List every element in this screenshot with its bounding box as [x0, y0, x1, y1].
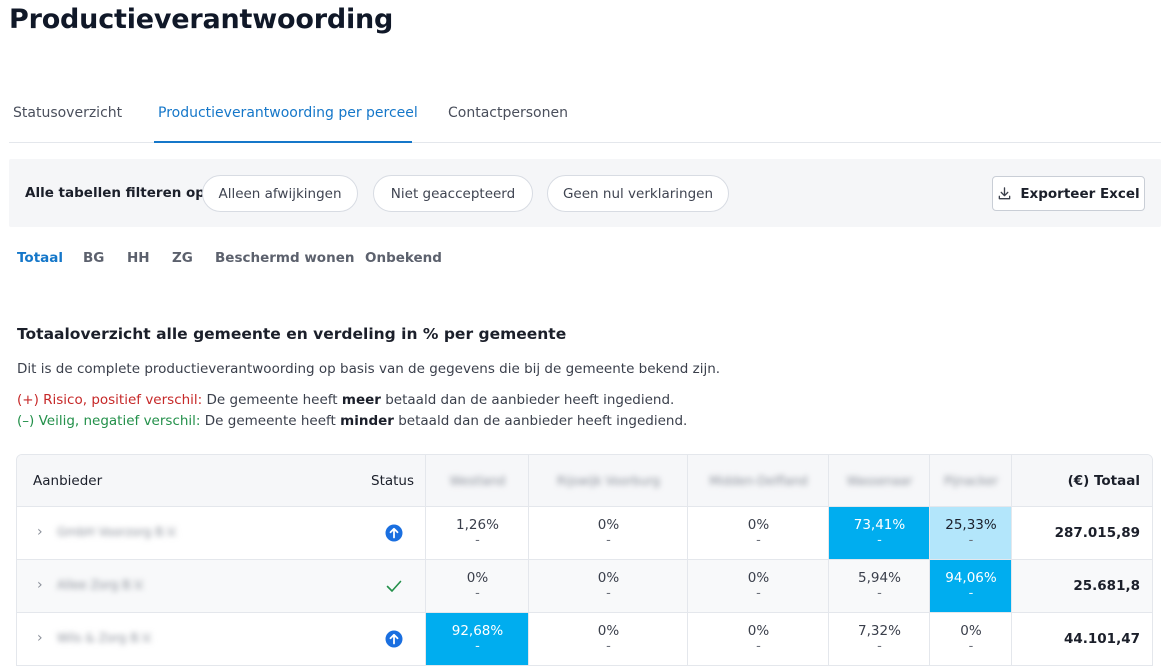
percentage-cell: 0% -: [597, 517, 620, 548]
chevron-right-icon[interactable]: ›: [37, 630, 47, 646]
column-divider: [528, 455, 529, 665]
legend-risk-bold: meer: [341, 392, 381, 408]
header-aanbieder[interactable]: Aanbieder: [33, 455, 102, 507]
tab-bar: Statusoverzicht Productieverantwoording …: [9, 96, 1161, 143]
table-row[interactable]: › Allee Zorg B.V. 0% - 0% - 0% - 5,94% - 94,…: [17, 560, 1152, 613]
header-gemeente-4[interactable]: Wassenaar: [829, 455, 930, 507]
header-status[interactable]: Status: [371, 455, 414, 507]
legend-safe-bold: minder: [340, 413, 394, 429]
filter-bar: Alle tabellen filteren op: Alleen afwijk…: [9, 159, 1161, 227]
row-total: 44.101,47: [1063, 631, 1140, 647]
percentage-cell: 0% -: [747, 517, 770, 548]
column-divider: [1011, 455, 1012, 665]
legend-safe: (–) Veilig, negatief verschil: De gemeen…: [17, 413, 687, 429]
percentage-cell: 5,94% -: [858, 570, 901, 601]
percentage-cell: 0% -: [747, 570, 770, 601]
chevron-right-icon[interactable]: ›: [37, 524, 47, 540]
arrow-up-circle-icon: [385, 524, 403, 542]
tab-contactpersonen[interactable]: Contactpersonen: [448, 105, 568, 121]
legend-safe-text-post: betaald dan de aanbieder heeft ingediend…: [398, 413, 688, 429]
legend-risk-text-post: betaald dan de aanbieder heeft ingediend…: [385, 392, 675, 408]
filter-geen-nul-verklaringen-button[interactable]: Geen nul verklaringen: [547, 175, 729, 212]
row-total: 25.681,8: [1073, 578, 1140, 594]
filter-label: Alle tabellen filteren op:: [25, 185, 211, 201]
percentage-cell: 1,26% -: [456, 517, 499, 548]
percentage-cell: 94,06% -: [930, 560, 1012, 612]
table-header: Aanbieder Status Westland Rijswijk Voorb…: [17, 455, 1152, 507]
column-divider: [687, 455, 688, 665]
percentage-cell: 92,68% -: [426, 613, 529, 665]
subtab-hh[interactable]: HH: [127, 250, 150, 266]
subtab-beschermd-wonen[interactable]: Beschermd wonen: [215, 250, 354, 266]
filter-alleen-afwijkingen-button[interactable]: Alleen afwijkingen: [202, 175, 358, 212]
subtab-bg[interactable]: BG: [83, 250, 104, 266]
legend-risk: (+) Risico, positief verschil: De gemeen…: [17, 392, 674, 408]
legend-risk-label: (+) Risico, positief verschil:: [17, 392, 203, 408]
chevron-right-icon[interactable]: ›: [37, 577, 47, 593]
tab-productieverantwoording-per-perceel[interactable]: Productieverantwoording per perceel: [158, 105, 418, 121]
legend-safe-label: (–) Veilig, negatief verschil:: [17, 413, 201, 429]
filter-niet-geaccepteerd-button[interactable]: Niet geaccepteerd: [373, 175, 533, 212]
header-gemeente-3[interactable]: Midden-Delfland: [688, 455, 829, 507]
header-gemeente-5[interactable]: Pijnacker: [930, 455, 1012, 507]
arrow-up-circle-icon: [385, 630, 403, 648]
percentage-cell: 0% -: [597, 623, 620, 654]
table-row[interactable]: › Wils & Zorg B.V. 92,68% - 0% - 0% - 7,32%…: [17, 613, 1152, 665]
checkmark-icon: [386, 580, 402, 592]
section-title: Totaaloverzicht alle gemeente en verdeli…: [17, 325, 567, 343]
percentage-cell: 73,41% -: [829, 507, 930, 559]
column-divider: [425, 455, 426, 665]
table-row[interactable]: › GmbH Voorzorg B.V. 1,26% - 0% - 0% - 73,4…: [17, 507, 1152, 560]
column-divider: [929, 455, 930, 665]
row-total: 287.015,89: [1054, 525, 1140, 541]
subtab-zg[interactable]: ZG: [172, 250, 193, 266]
percentage-cell: 25,33% -: [930, 507, 1012, 559]
percentage-cell: 0% -: [466, 570, 489, 601]
overview-table: Aanbieder Status Westland Rijswijk Voorb…: [16, 454, 1153, 666]
percentage-cell: 0% -: [747, 623, 770, 654]
provider-name: Allee Zorg B.V.: [57, 578, 145, 592]
subtab-onbekend[interactable]: Onbekend: [365, 250, 442, 266]
legend-safe-text-pre: De gemeente heeft: [204, 413, 336, 429]
export-label: Exporteer Excel: [1020, 185, 1140, 202]
export-excel-button[interactable]: Exporteer Excel: [992, 176, 1145, 211]
percentage-cell: 0% -: [960, 623, 982, 654]
tab-statusoverzicht[interactable]: Statusoverzicht: [13, 105, 122, 121]
page-title: Productieverantwoording: [9, 4, 394, 35]
header-gemeente-2[interactable]: Rijswijk Voorburg: [529, 455, 688, 507]
header-gemeente-1[interactable]: Westland: [426, 455, 529, 507]
column-divider: [828, 455, 829, 665]
percentage-cell: 0% -: [597, 570, 620, 601]
provider-name: Wils & Zorg B.V.: [57, 631, 153, 645]
legend-risk-text-pre: De gemeente heeft: [206, 392, 338, 408]
percentage-cell: 7,32% -: [858, 623, 901, 654]
download-icon: [999, 187, 1011, 200]
header-totaal[interactable]: (€) Totaal: [1068, 455, 1140, 507]
provider-name: GmbH Voorzorg B.V.: [57, 525, 178, 539]
active-tab-indicator: [154, 141, 412, 143]
section-description: Dit is de complete productieverantwoordi…: [17, 361, 721, 377]
subtab-totaal[interactable]: Totaal: [17, 250, 63, 266]
